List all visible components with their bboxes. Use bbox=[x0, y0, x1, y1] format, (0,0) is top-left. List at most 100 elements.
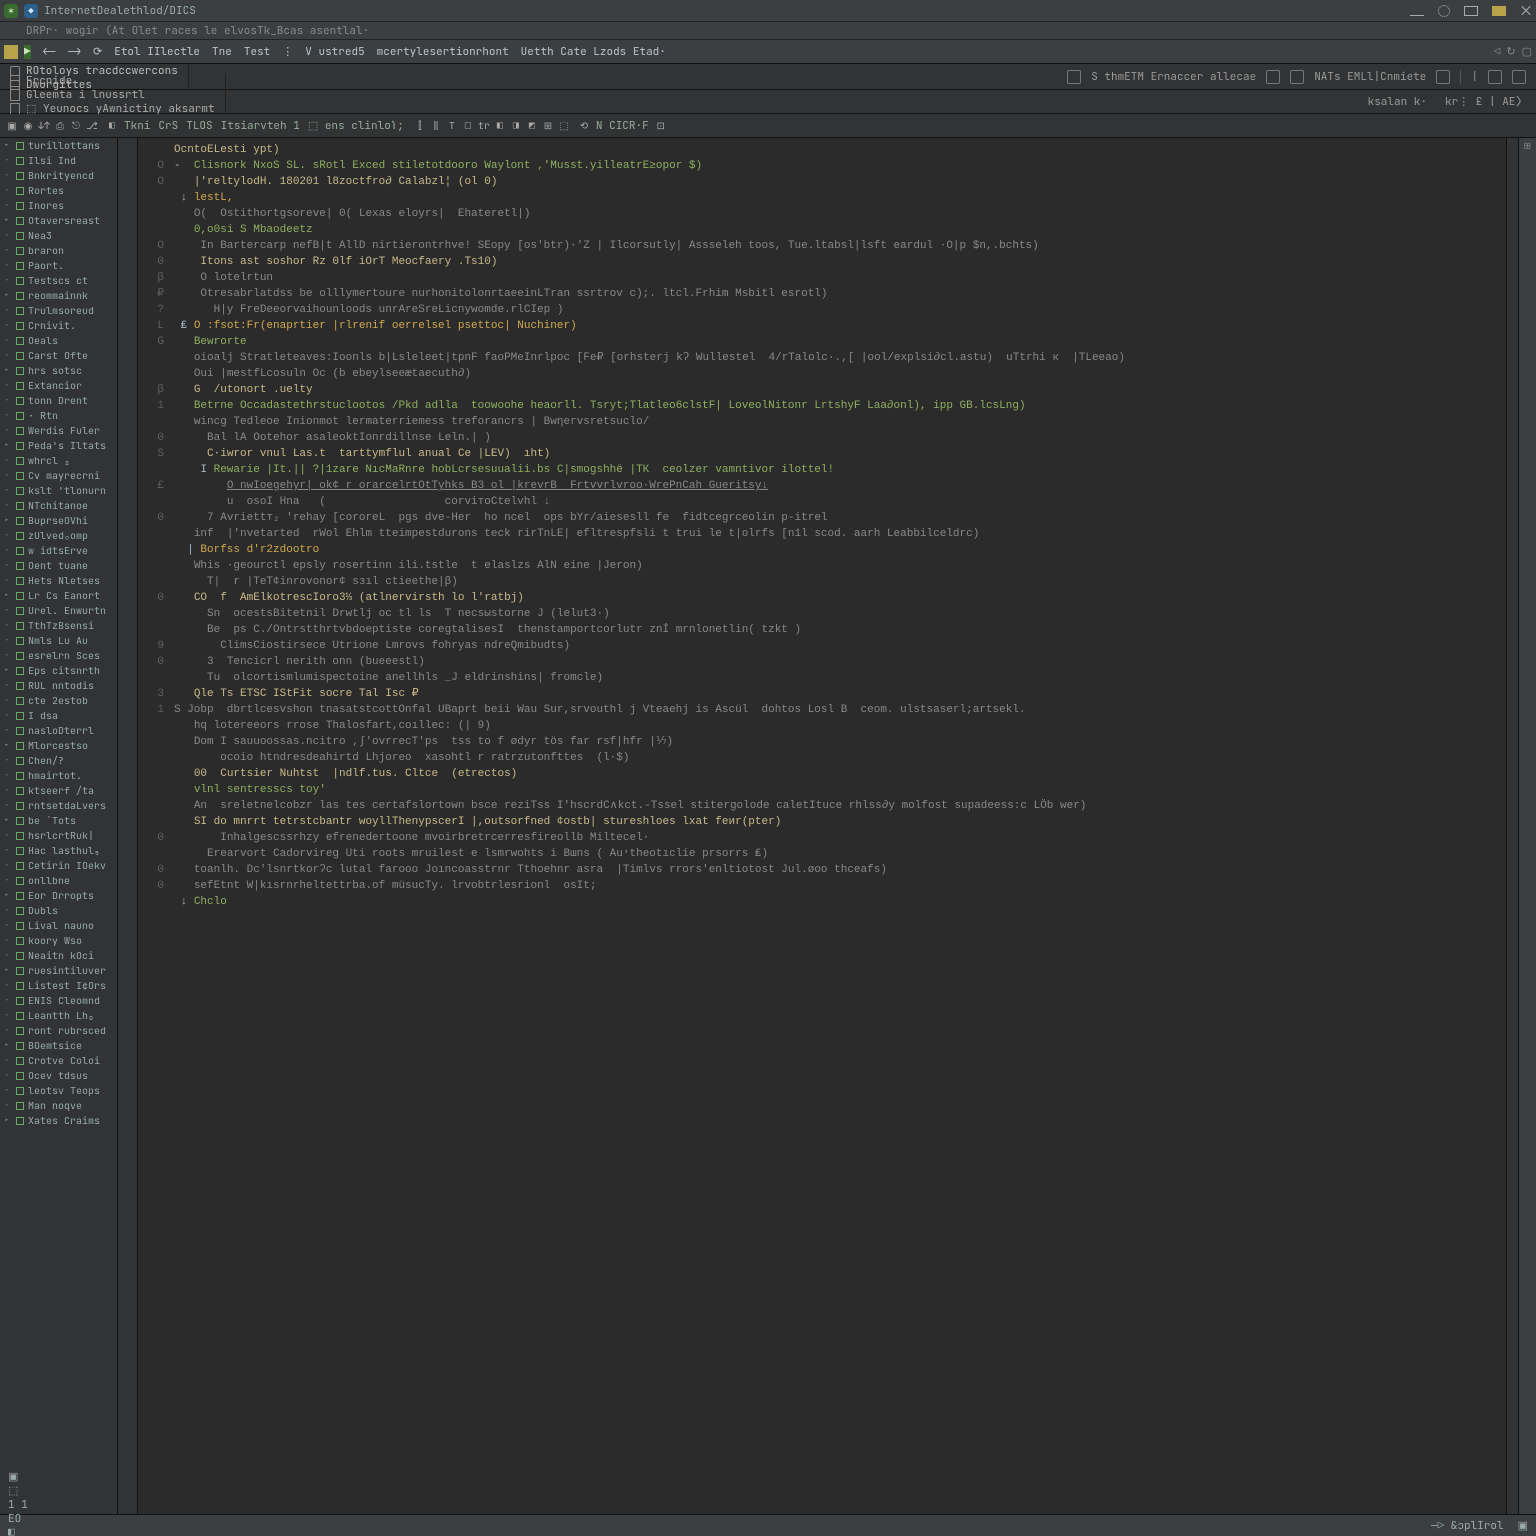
sidebar-item[interactable]: ·Bnkrityencd bbox=[0, 168, 117, 183]
sidebar-item[interactable]: ·RUL nntodis bbox=[0, 678, 117, 693]
right-tool-icon[interactable]: ⊞ bbox=[1522, 142, 1534, 150]
toolbar-button[interactable]: Itsiarvteh 1 bbox=[217, 119, 304, 133]
toolbar-button[interactable]: ▣ bbox=[4, 118, 20, 134]
sidebar-item[interactable]: ·ront rubrsced bbox=[0, 1023, 117, 1038]
sidebar-item[interactable]: ▸BuprseOVhi bbox=[0, 513, 117, 528]
sidebar-item[interactable]: ·Lival nauno bbox=[0, 918, 117, 933]
toolbar-button[interactable]: ◩ bbox=[524, 118, 540, 134]
menu-item[interactable]: ⋮ bbox=[276, 43, 299, 61]
menu-item[interactable]: mcertylesertionrhont bbox=[371, 43, 515, 61]
toolbar-button[interactable]: ⊞ bbox=[540, 118, 556, 134]
toolbar-button[interactable]: ⟲ bbox=[576, 118, 592, 134]
toolbar-button[interactable]: ◧ bbox=[492, 118, 508, 134]
sidebar-item[interactable]: ·zUlvedₒomp bbox=[0, 528, 117, 543]
menu-item[interactable]: Uetth Cate Lzods Etad· bbox=[515, 43, 672, 61]
status-segment[interactable]: ▣ bbox=[1518, 1519, 1528, 1533]
sidebar-item[interactable]: ·Neaitn kOci bbox=[0, 948, 117, 963]
sidebar-item[interactable]: ·Nea3 bbox=[0, 228, 117, 243]
sidebar-item[interactable]: ·Leantth Lh₀ bbox=[0, 1008, 117, 1023]
runconfig-label-b[interactable]: NATs EMLl|Cnmiete bbox=[1314, 70, 1426, 84]
sidebar-item[interactable]: ·Chen/? bbox=[0, 753, 117, 768]
menu-item[interactable]: Test bbox=[238, 43, 276, 61]
next-tab-icon[interactable] bbox=[1512, 70, 1526, 84]
sidebar-item[interactable]: ·Ocev tdsus bbox=[0, 1068, 117, 1083]
sidebar-item[interactable]: ·hmairtot. bbox=[0, 768, 117, 783]
toolbar-button[interactable]: N CICR·F bbox=[592, 119, 653, 133]
sidebar-item[interactable]: ·leotsv Teops bbox=[0, 1083, 117, 1098]
sidebar-item[interactable]: ▸Otaversreast bbox=[0, 213, 117, 228]
sidebar-item[interactable]: ·Dubls bbox=[0, 903, 117, 918]
status-segment[interactable]: —▷ &ɔрlIrol bbox=[1431, 1519, 1504, 1533]
sidebar-item[interactable]: ·esrelrn Sces bbox=[0, 648, 117, 663]
toolbar-button[interactable]: T bbox=[444, 118, 460, 134]
toolbar-button[interactable]: ⊡ bbox=[653, 118, 669, 134]
more-icon[interactable] bbox=[1436, 70, 1450, 84]
nav-back-icon[interactable]: ◁ bbox=[1494, 45, 1501, 59]
toolbar-button[interactable]: ⬚ bbox=[556, 118, 572, 134]
toolbar-button[interactable]: □ bbox=[460, 118, 476, 134]
prev-tab-icon[interactable] bbox=[1488, 70, 1502, 84]
sidebar-item[interactable]: ·Rortes bbox=[0, 183, 117, 198]
nav-reload-icon[interactable]: ↻ bbox=[1506, 45, 1515, 59]
toolbar-button[interactable]: ◨ bbox=[508, 118, 524, 134]
sidebar-item[interactable]: ▸turillottans bbox=[0, 138, 117, 153]
split-icon[interactable] bbox=[1290, 70, 1304, 84]
sidebar-item[interactable]: ·Oeals bbox=[0, 333, 117, 348]
sidebar-item[interactable]: ·Carst Ofte bbox=[0, 348, 117, 363]
gear-icon[interactable] bbox=[1266, 70, 1280, 84]
sidebar-item[interactable]: ·Inores bbox=[0, 198, 117, 213]
toolbar-button[interactable]: ⎋ bbox=[68, 118, 84, 134]
sidebar-item[interactable]: ▸Eps citsnrth bbox=[0, 663, 117, 678]
sidebar-item[interactable]: ·Crotve Coloi bbox=[0, 1053, 117, 1068]
sidebar-item[interactable]: ·Extancior bbox=[0, 378, 117, 393]
toolbar-button[interactable]: TLOS bbox=[182, 119, 216, 133]
sidebar-item[interactable]: ·Man noqve bbox=[0, 1098, 117, 1113]
sidebar-item[interactable]: ·Trulmsoreud bbox=[0, 303, 117, 318]
sidebar-item[interactable]: ·Hac lasthul₅ bbox=[0, 843, 117, 858]
sidebar-item[interactable]: ·ktseerf /ta bbox=[0, 783, 117, 798]
tool-action-icon[interactable] bbox=[1067, 70, 1081, 84]
sidebar-item[interactable]: ·onllbne bbox=[0, 873, 117, 888]
project-sidebar[interactable]: ▸turillottans·Ilsi Ind·Bnkrityencd·Rorte… bbox=[0, 138, 118, 1514]
editor[interactable]: OcntoELesti ypt) O- Clisnork NxoS SL. sR… bbox=[138, 138, 1506, 1514]
sidebar-item[interactable]: ·Testscs ct bbox=[0, 273, 117, 288]
sidebar-item[interactable]: ·TthTzBsensi bbox=[0, 618, 117, 633]
toolbar-button[interactable]: ⫿ bbox=[412, 118, 428, 134]
sidebar-item[interactable]: ·kslt 'tlonurn bbox=[0, 483, 117, 498]
sidebar-item[interactable]: ▸Lr Cs Eanort bbox=[0, 588, 117, 603]
sidebar-item[interactable]: ·Crnivit. bbox=[0, 318, 117, 333]
toolbar-button[interactable]: ⫼ bbox=[428, 118, 444, 134]
sidebar-item[interactable]: ·Hets Nletses bbox=[0, 573, 117, 588]
toolbar-button[interactable]: Tkni bbox=[120, 119, 154, 133]
menu-item[interactable]: ⟳ bbox=[87, 43, 108, 61]
notification-icon[interactable] bbox=[1492, 6, 1506, 16]
sidebar-item[interactable]: ▸BOemtsice bbox=[0, 1038, 117, 1053]
toolbar-button[interactable]: ◧ bbox=[104, 118, 120, 134]
sidebar-item[interactable]: ▸ruesintiluver bbox=[0, 963, 117, 978]
maximize-button[interactable] bbox=[1464, 6, 1478, 16]
sidebar-item[interactable]: ·cte 2estob bbox=[0, 693, 117, 708]
settings-button[interactable] bbox=[1438, 5, 1450, 17]
sidebar-item[interactable]: ·Werdis Fuler bbox=[0, 423, 117, 438]
sidebar-item[interactable]: ▸Peda's Iltats bbox=[0, 438, 117, 453]
sidebar-item[interactable]: ▸Xates Craims bbox=[0, 1113, 117, 1128]
breadcrumb-item[interactable]: Frcnide bbox=[0, 74, 226, 88]
menu-item[interactable]: ⟵ bbox=[37, 43, 62, 61]
sidebar-item[interactable]: ·rntsetdaLvers bbox=[0, 798, 117, 813]
menu-item[interactable]: Etol IIlectle bbox=[108, 43, 206, 61]
breadcrumb-item[interactable]: Gleemta i lnussrtl bbox=[0, 88, 226, 102]
sidebar-item[interactable]: ▸hrs sotsc bbox=[0, 363, 117, 378]
menu-item[interactable]: V ustred5 bbox=[299, 43, 370, 61]
sidebar-item[interactable]: ·Nmls Lu Au bbox=[0, 633, 117, 648]
toolbar-button[interactable]: ◉ bbox=[20, 118, 36, 134]
sidebar-item[interactable]: ▸Eor Drropts bbox=[0, 888, 117, 903]
sidebar-item[interactable]: ·Cv mayrecrni bbox=[0, 468, 117, 483]
sidebar-item[interactable]: ·koory Wso bbox=[0, 933, 117, 948]
status-segment[interactable]: ◧ bbox=[8, 1526, 173, 1536]
sidebar-item[interactable]: ▸be ˙Tots bbox=[0, 813, 117, 828]
sidebar-item[interactable]: ·hsrlcrtRuk| bbox=[0, 828, 117, 843]
run-icon[interactable]: ▶ bbox=[24, 45, 31, 59]
sidebar-item[interactable]: ·Cetirin IOekv bbox=[0, 858, 117, 873]
minimize-button[interactable] bbox=[1410, 6, 1424, 16]
sidebar-item[interactable]: ▸reommainnk bbox=[0, 288, 117, 303]
